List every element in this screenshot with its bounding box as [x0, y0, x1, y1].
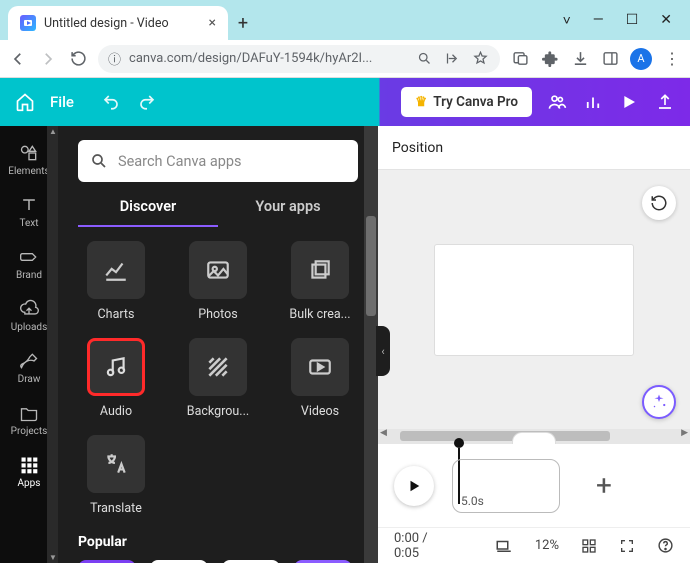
canvas-stage[interactable] — [378, 170, 690, 429]
grid-view-icon[interactable] — [581, 538, 597, 554]
bookmark-icon[interactable] — [470, 49, 490, 69]
forward-icon[interactable] — [38, 49, 58, 69]
timeline: 5.0s + 0:00 / 0:05 12% — [378, 443, 690, 563]
left-rail: Elements Text Brand Uploads Draw Project… — [0, 126, 58, 563]
sidepanel-icon[interactable] — [600, 49, 620, 69]
browser-tab[interactable]: Untitled design - Video × — [8, 6, 228, 40]
present-icon[interactable] — [618, 94, 640, 110]
home-icon[interactable] — [14, 91, 36, 113]
analytics-icon[interactable] — [582, 93, 604, 111]
url-text: canva.com/design/DAFuY-1594k/hyAr2I... — [129, 51, 406, 66]
timeline-expand-handle[interactable] — [512, 432, 556, 444]
video-page[interactable] — [434, 244, 634, 356]
popular-heading: Popular — [78, 534, 358, 550]
fullscreen-icon[interactable] — [619, 538, 635, 554]
timeline-clip[interactable]: 5.0s — [452, 459, 560, 513]
app-audio[interactable]: Audio — [78, 338, 154, 419]
try-canva-pro-button[interactable]: ♛ Try Canva Pro — [401, 87, 532, 117]
site-info-icon[interactable]: ⓘ — [108, 49, 121, 68]
clip-duration-label: 5.0s — [461, 494, 484, 508]
canvas-horizontal-scrollbar[interactable] — [378, 429, 690, 443]
window-controls: ˅ — ☐ ✕ — [563, 0, 690, 40]
time-readout: 0:00 / 0:05 — [394, 531, 451, 561]
rail-label: Text — [19, 218, 38, 229]
redo-icon[interactable] — [138, 93, 156, 111]
regenerate-icon[interactable] — [642, 186, 676, 220]
profile-avatar[interactable]: A — [630, 48, 652, 70]
help-icon[interactable] — [657, 537, 674, 554]
search-field[interactable] — [118, 153, 346, 170]
caret-down-icon[interactable]: ˅ — [563, 12, 571, 29]
back-icon[interactable] — [8, 49, 28, 69]
undo-icon[interactable] — [102, 93, 120, 111]
add-clip-button[interactable]: + — [578, 469, 630, 502]
canvas-toolbar: Position — [378, 126, 690, 170]
search-icon — [90, 152, 108, 170]
tab-close-icon[interactable]: × — [209, 15, 216, 31]
rail-label: Projects — [11, 426, 48, 437]
audio-icon — [87, 338, 145, 396]
url-bar[interactable]: ⓘ canva.com/design/DAFuY-1594k/hyAr2I... — [98, 45, 500, 73]
close-window-icon[interactable]: ✕ — [660, 12, 672, 28]
app-bulk-create[interactable]: Bulk crea... — [282, 241, 358, 322]
tab-discover[interactable]: Discover — [78, 198, 218, 227]
apps-panel: ‹ Discover Your apps Charts Photos — [58, 126, 378, 563]
tab-your-apps[interactable]: Your apps — [218, 198, 358, 227]
background-icon — [189, 338, 247, 396]
translate-ext-icon[interactable] — [510, 49, 530, 69]
position-button[interactable]: Position — [392, 140, 443, 156]
magic-icon[interactable] — [642, 385, 676, 419]
share-icon[interactable] — [442, 49, 462, 69]
collapse-panel-icon[interactable]: ‹ — [376, 326, 390, 376]
translate-icon — [87, 435, 145, 493]
charts-icon — [87, 241, 145, 299]
file-menu[interactable]: File — [50, 93, 74, 111]
browser-titlebar: Untitled design - Video × + ˅ — ☐ ✕ — [0, 0, 690, 40]
canva-header: File ♛ Try Canva Pro — [0, 78, 690, 126]
photos-icon — [189, 241, 247, 299]
timeline-play-button[interactable] — [394, 466, 434, 506]
rail-label: Elements — [8, 166, 49, 177]
new-tab-button[interactable]: + — [228, 6, 258, 40]
reload-icon[interactable] — [68, 49, 88, 69]
app-videos[interactable]: Videos — [282, 338, 358, 419]
browser-toolbar: ⓘ canva.com/design/DAFuY-1594k/hyAr2I...… — [0, 40, 690, 78]
zoom-level[interactable]: 12% — [535, 538, 559, 553]
app-translate[interactable]: Translate — [78, 435, 154, 516]
rail-label: Brand — [16, 270, 42, 281]
app-background[interactable]: Backgrou... — [180, 338, 256, 419]
canvas-area: Position 5.0s + 0:00 / 0:05 — [378, 126, 690, 563]
main-area: Elements Text Brand Uploads Draw Project… — [0, 126, 690, 563]
kebab-menu-icon[interactable]: ⋮ — [662, 49, 682, 69]
timeline-footer: 0:00 / 0:05 12% — [378, 527, 690, 563]
tab-title: Untitled design - Video — [44, 16, 201, 31]
rail-label: Uploads — [11, 322, 47, 333]
search-apps-input[interactable] — [78, 140, 358, 182]
extensions-icon[interactable] — [540, 49, 560, 69]
videos-icon — [291, 338, 349, 396]
zoom-icon[interactable] — [414, 49, 434, 69]
tab-favicon-icon — [20, 15, 36, 31]
minimize-icon[interactable]: — — [593, 12, 604, 28]
pages-view-icon[interactable] — [495, 537, 513, 555]
collaborators-icon[interactable] — [546, 92, 568, 112]
rail-label: Apps — [18, 478, 41, 489]
share-upload-icon[interactable] — [654, 93, 676, 111]
app-photos[interactable]: Photos — [180, 241, 256, 322]
downloads-icon[interactable] — [570, 49, 590, 69]
bulk-create-icon — [291, 241, 349, 299]
crown-icon: ♛ — [415, 94, 427, 110]
rail-label: Draw — [18, 374, 41, 385]
try-pro-label: Try Canva Pro — [433, 94, 518, 110]
maximize-icon[interactable]: ☐ — [626, 12, 639, 28]
app-charts[interactable]: Charts — [78, 241, 154, 322]
